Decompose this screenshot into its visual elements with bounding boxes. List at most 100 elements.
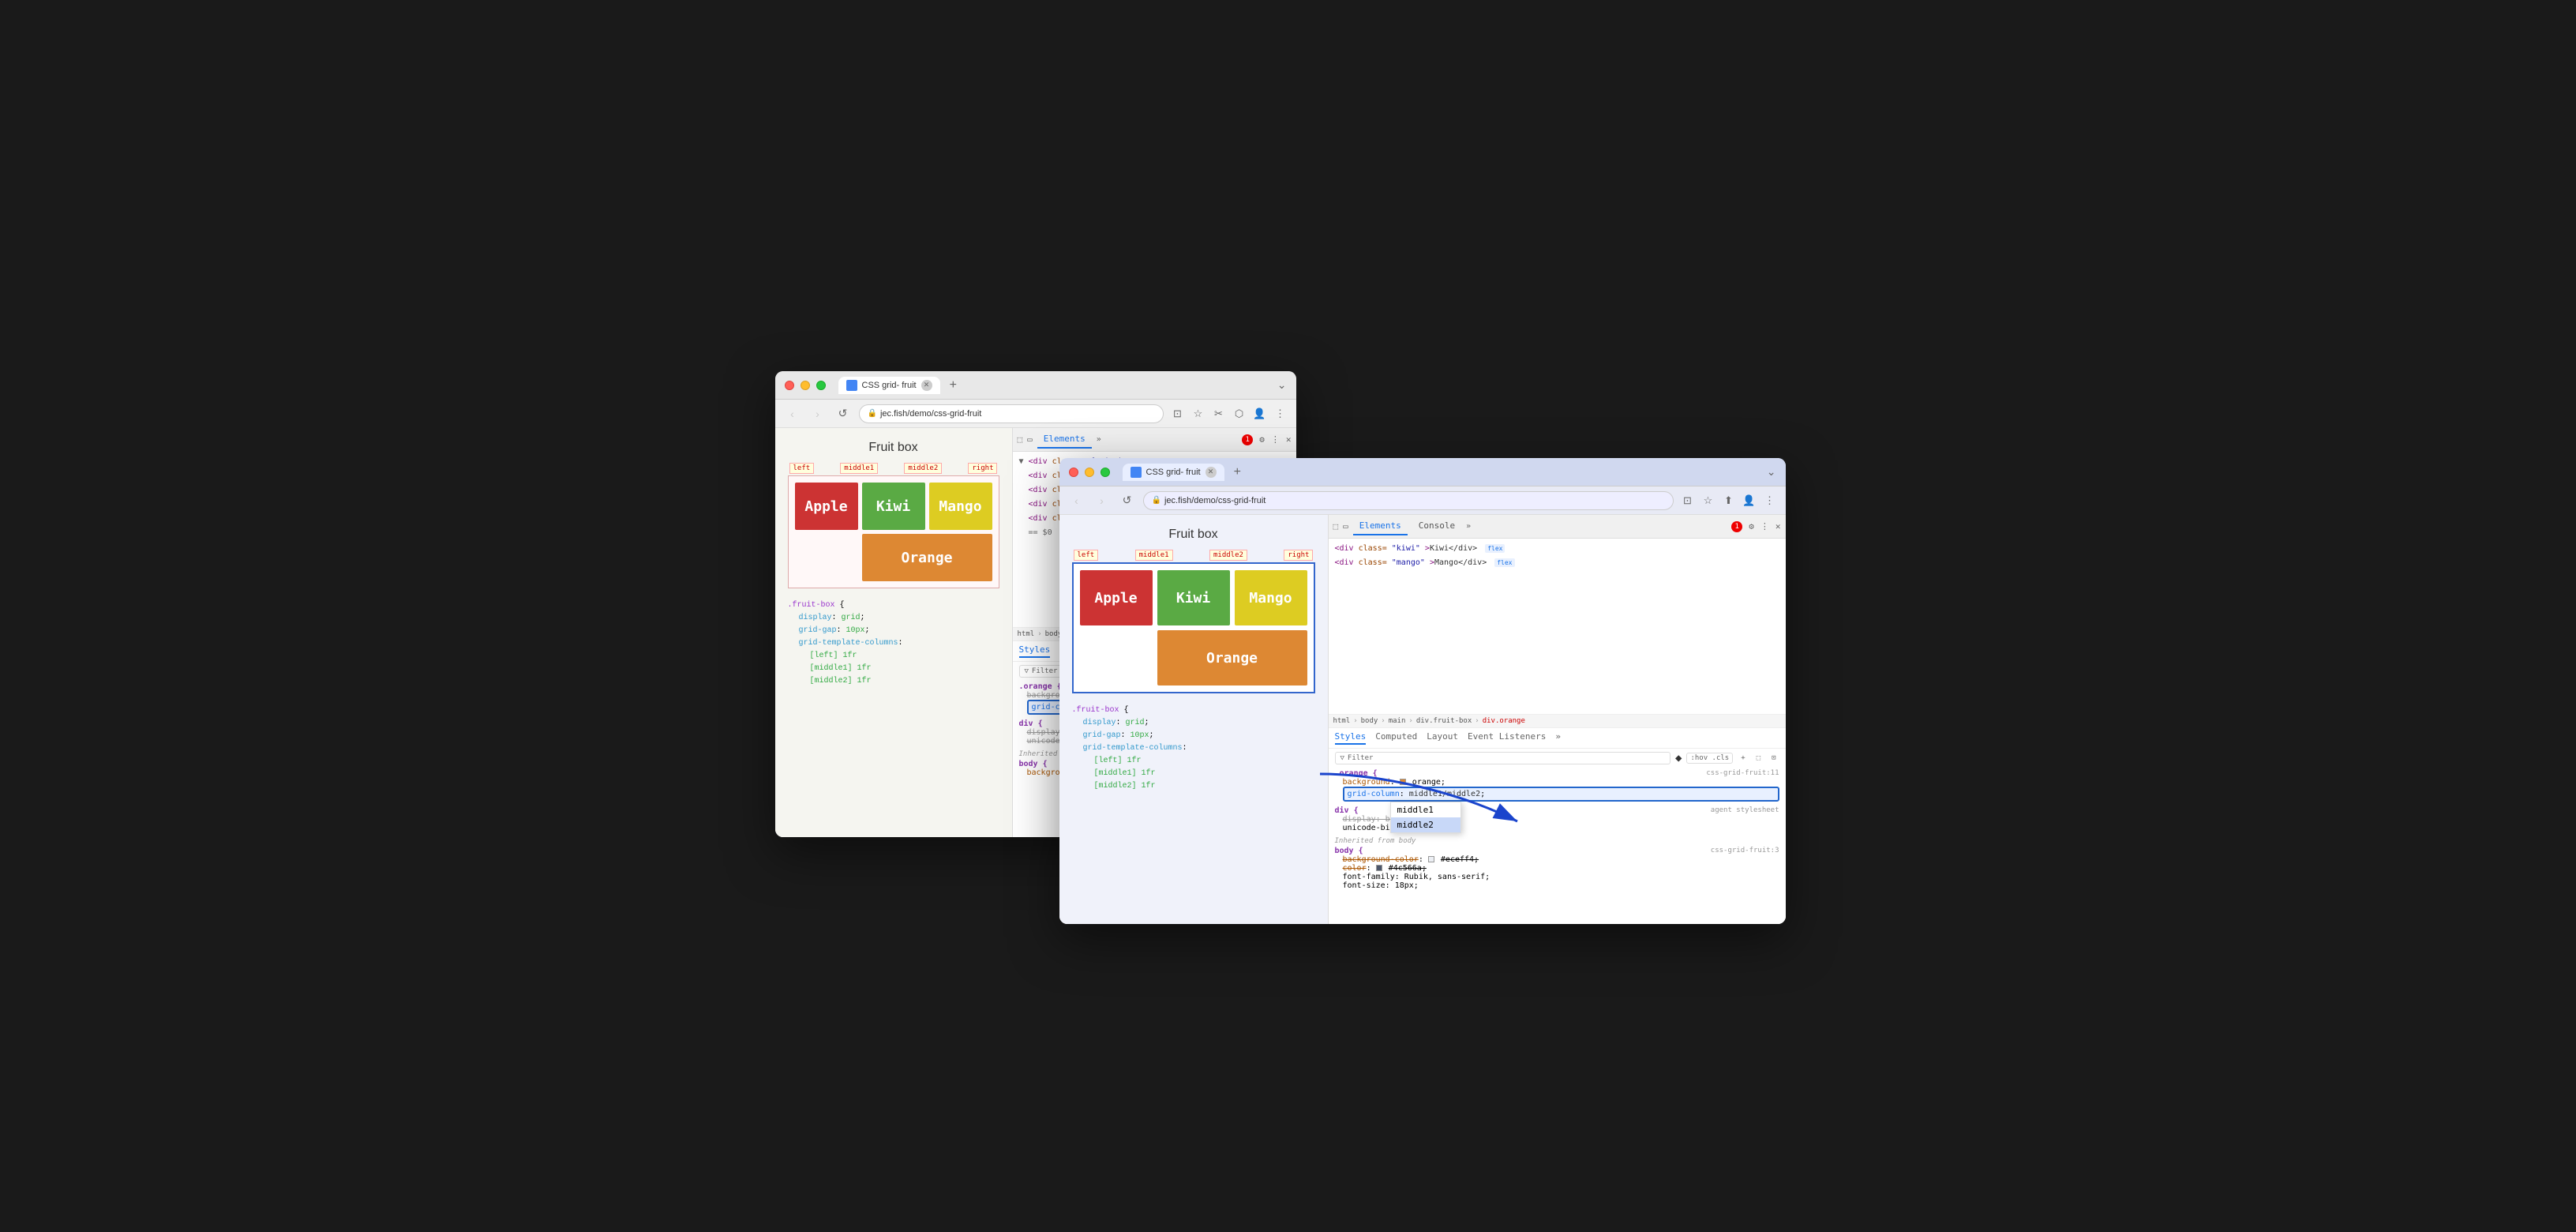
settings-icon-front[interactable]: ⚙	[1749, 521, 1754, 531]
styles-tab-front[interactable]: Styles	[1335, 731, 1367, 745]
cast-icon[interactable]: ⊡	[1170, 406, 1186, 422]
maximize-button[interactable]	[816, 381, 826, 390]
apple-cell-front: Apple	[1080, 570, 1153, 625]
forward-button-back[interactable]: ›	[808, 404, 827, 423]
scissors-icon[interactable]: ✂	[1211, 406, 1227, 422]
lock-icon-front: 🔒	[1152, 496, 1161, 505]
grid-col-rule-front: grid-column: middle1/middle2; middle1 mi…	[1343, 787, 1779, 802]
label-middle1-front: middle1	[1135, 550, 1173, 561]
devtools-responsive-icon[interactable]: ▭	[1027, 434, 1033, 445]
ac-middle2[interactable]: middle2	[1391, 817, 1460, 832]
sidebar-btn[interactable]: ⊡	[1768, 753, 1779, 763]
url-text-back: jec.fish/demo/css-grid-fruit	[880, 409, 981, 419]
body-selector-front: body {	[1335, 847, 1363, 855]
fruit-box-title-back: Fruit box	[788, 441, 999, 455]
maximize-button-front[interactable]	[1101, 468, 1110, 477]
bc-main-front[interactable]: main	[1389, 717, 1406, 725]
url-bar-front[interactable]: 🔒 jec.fish/demo/css-grid-fruit	[1143, 491, 1674, 510]
more-icon-back[interactable]: ⋮	[1271, 434, 1280, 445]
lock-icon-back: 🔒	[868, 409, 877, 418]
menu-icon[interactable]: ⋮	[1273, 406, 1288, 422]
rule-header-front: .orange { css-grid-fruit:11	[1335, 769, 1779, 778]
rule-selector-front: .orange {	[1335, 769, 1378, 778]
html-line-mango: <div class= "mango" >Mango</div> flex	[1335, 556, 1779, 570]
titlebar-front: CSS grid- fruit ✕ + ⌄	[1059, 458, 1786, 486]
kiwi-cell-front: Kiwi	[1157, 570, 1230, 625]
toolbar-back: ‹ › ↺ 🔒 jec.fish/demo/css-grid-fruit ⊡ ☆…	[775, 400, 1296, 428]
grid-column-highlight-front[interactable]: grid-column: middle1/middle2;	[1343, 787, 1779, 802]
plus-btn[interactable]: +	[1738, 753, 1748, 763]
titlebar-back: CSS grid- fruit ✕ + ⌄	[775, 371, 1296, 400]
event-tab-front[interactable]: Event Listeners	[1468, 731, 1546, 745]
active-tab-back[interactable]: CSS grid- fruit ✕	[838, 377, 940, 394]
error-badge-back: 1	[1242, 434, 1253, 445]
tab-elements-back[interactable]: Elements	[1037, 430, 1092, 449]
minimize-button-front[interactable]	[1085, 468, 1094, 477]
tab-menu-back[interactable]: ⌄	[1277, 378, 1287, 392]
page-back: Fruit box left middle1 middle2 right App…	[775, 428, 1012, 837]
orange-cell-front: Orange	[1157, 630, 1307, 685]
label-middle2-front: middle2	[1209, 550, 1247, 561]
bg-swatch-front	[1428, 856, 1434, 862]
tab-console-front[interactable]: Console	[1412, 517, 1461, 535]
active-tab-front[interactable]: CSS grid- fruit ✕	[1123, 464, 1224, 481]
new-tab-button-back[interactable]: +	[950, 378, 957, 393]
bc-html-back[interactable]: html	[1018, 630, 1035, 638]
profile-icon-front[interactable]: 👤	[1742, 493, 1757, 509]
cast-icon-front[interactable]: ⊡	[1680, 493, 1696, 509]
forward-button-front[interactable]: ›	[1093, 491, 1112, 510]
devtools-cursor-icon-front[interactable]: ⬚	[1333, 521, 1339, 531]
devtools-more-tabs[interactable]: »	[1097, 435, 1101, 444]
page-front: Fruit box left middle1 middle2 right App…	[1059, 515, 1328, 924]
filter-label-back: Filter	[1032, 667, 1058, 675]
styles-tab-back[interactable]: Styles	[1019, 644, 1051, 658]
hover-btn-front[interactable]: :hov .cls	[1686, 753, 1733, 764]
color-swatch-body	[1376, 865, 1382, 871]
devtools-close-back[interactable]: ✕	[1286, 434, 1292, 445]
more-icon-front[interactable]: ⋮	[1760, 521, 1769, 531]
tab-close-back[interactable]: ✕	[921, 380, 932, 391]
profile-icon[interactable]: 👤	[1252, 406, 1268, 422]
devtools-more-front[interactable]: »	[1466, 522, 1471, 531]
extension-icon[interactable]: ⬡	[1232, 406, 1247, 422]
more-tabs-front[interactable]: »	[1555, 731, 1561, 745]
tab-close-front[interactable]: ✕	[1206, 467, 1217, 478]
star-icon-front[interactable]: ☆	[1700, 493, 1716, 509]
toolbar-icons-back: ⊡ ☆ ✂ ⬡ 👤 ⋮	[1170, 406, 1288, 422]
url-bar-back[interactable]: 🔒 jec.fish/demo/css-grid-fruit	[859, 404, 1164, 423]
bc-fruitbox-front[interactable]: div.fruit-box	[1416, 717, 1472, 725]
tab-elements-front[interactable]: Elements	[1353, 517, 1408, 535]
computed-tab-front[interactable]: Computed	[1375, 731, 1417, 745]
reload-button-front[interactable]: ↺	[1118, 491, 1137, 510]
bc-html-front[interactable]: html	[1333, 717, 1351, 725]
filter-box-front[interactable]: ▽ Filter	[1335, 752, 1671, 764]
bc-orange-front[interactable]: div.orange	[1483, 717, 1525, 725]
grid-labels-back: left middle1 middle2 right	[788, 463, 999, 474]
inspect-btn[interactable]: ⬚	[1753, 753, 1764, 763]
menu-icon-front[interactable]: ⋮	[1762, 493, 1778, 509]
settings-icon-back[interactable]: ⚙	[1259, 434, 1265, 445]
styles-subtabs-front: Styles Computed Layout Event Listeners »	[1329, 728, 1786, 749]
tab-menu-front[interactable]: ⌄	[1767, 465, 1776, 479]
minimize-button[interactable]	[801, 381, 810, 390]
bc-body-front[interactable]: body	[1361, 717, 1378, 725]
layout-tab-front[interactable]: Layout	[1427, 731, 1458, 745]
ac-middle1[interactable]: middle1	[1391, 802, 1460, 817]
devtools-responsive-icon-front[interactable]: ▭	[1343, 521, 1348, 531]
reload-button-back[interactable]: ↺	[834, 404, 853, 423]
close-button[interactable]	[785, 381, 794, 390]
mango-cell-back: Mango	[929, 483, 992, 530]
devtools-cursor-icon[interactable]: ⬚	[1018, 434, 1023, 445]
star-icon[interactable]: ☆	[1191, 406, 1206, 422]
back-button-back[interactable]: ‹	[783, 404, 802, 423]
bg-body-front: background-color: #eceff4;	[1343, 855, 1779, 864]
close-button-front[interactable]	[1069, 468, 1078, 477]
back-button-front[interactable]: ‹	[1067, 491, 1086, 510]
new-tab-button-front[interactable]: +	[1234, 465, 1241, 479]
devtools-close-front[interactable]: ✕	[1775, 521, 1781, 531]
font-size-front: font-size: 18px;	[1343, 881, 1779, 890]
apple-cell-back: Apple	[795, 483, 858, 530]
devtools-tabs-front: ⬚ ▭ Elements Console » 1 ⚙ ⋮ ✕	[1329, 515, 1786, 539]
fruit-grid-front: Apple Kiwi Mango Orange	[1072, 562, 1315, 693]
share-icon-front[interactable]: ⬆	[1721, 493, 1737, 509]
